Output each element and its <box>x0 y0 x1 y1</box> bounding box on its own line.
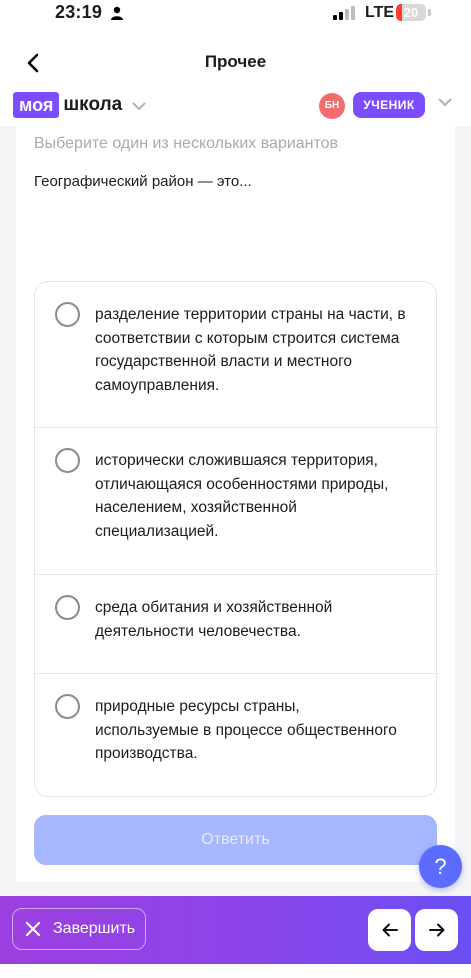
signal-icon <box>333 6 357 25</box>
option-text: среда обитания и хозяйственной деятельно… <box>95 596 425 643</box>
battery-icon: 20 <box>396 4 426 21</box>
status-time: 23:19 <box>55 2 103 22</box>
arrow-right-icon <box>428 923 444 937</box>
arrow-left-icon <box>382 923 398 937</box>
option-line: разделение территории страны на части, в <box>95 306 406 323</box>
option-line: среда обитания и хозяйственной <box>95 599 333 616</box>
bottom-bar: Завершить <box>0 896 471 964</box>
option-line: деятельности человечества. <box>95 622 301 640</box>
page-title: Прочее <box>204 52 267 71</box>
logo-part-1: моя <box>13 92 60 118</box>
chevron-down-icon[interactable] <box>438 98 452 107</box>
app-bar: моя школа БН УЧЕНИК <box>0 86 471 126</box>
option-line: специализацией. <box>95 522 219 540</box>
option-line: используемые в процессе общественного <box>95 721 397 739</box>
chevron-down-icon <box>132 102 146 110</box>
logo-part-2: школа <box>63 94 123 115</box>
answer-option[interactable]: среда обитания и хозяйственной деятельно… <box>35 575 436 674</box>
close-icon <box>25 921 41 937</box>
option-text: природные ресурсы страны, используемые в… <box>95 695 425 766</box>
role-badge[interactable]: УЧЕНИК <box>353 92 425 118</box>
option-line: государственной власти и местного <box>95 353 352 370</box>
finish-label: Завершить <box>53 920 136 937</box>
option-line: соответствии с которым строится система <box>95 329 400 347</box>
avatar[interactable]: БН <box>319 93 345 119</box>
status-bar: 23:19 LTE 20 <box>0 0 471 30</box>
help-button[interactable]: ? <box>419 845 462 888</box>
finish-button[interactable]: Завершить <box>12 908 146 950</box>
option-line: исторически сложившаяся территория, <box>95 452 378 469</box>
option-text: исторически сложившаяся территория, отли… <box>95 449 425 543</box>
next-question-button[interactable] <box>415 909 458 951</box>
option-text: разделение территории страны на части, в… <box>95 303 425 397</box>
answer-option[interactable]: природные ресурсы страны, используемые в… <box>35 674 436 796</box>
radio-button[interactable] <box>55 694 80 719</box>
person-icon <box>110 6 124 25</box>
radio-button[interactable] <box>55 302 80 327</box>
battery-level: 20 <box>403 5 419 20</box>
nav-header: Прочее <box>0 40 471 84</box>
home-indicator-area <box>0 964 471 978</box>
option-line: природные ресурсы страны, <box>95 698 300 715</box>
option-line: производства. <box>95 745 198 762</box>
radio-button[interactable] <box>55 595 80 620</box>
option-line: отличающаяся особенностями природы, <box>95 475 389 493</box>
network-label: LTE <box>365 4 395 21</box>
option-line: самоуправления. <box>95 376 220 394</box>
answer-option[interactable]: исторически сложившаяся территория, отли… <box>35 428 436 575</box>
radio-button[interactable] <box>55 448 80 473</box>
battery-cap <box>428 9 431 16</box>
option-line: населением, хозяйственной <box>95 499 297 516</box>
question-instruction: Выберите один из нескольких вариантов <box>34 135 339 152</box>
answer-option[interactable]: разделение территории страны на части, в… <box>35 282 436 428</box>
question-text: Географический район — это... <box>34 173 252 190</box>
previous-question-button[interactable] <box>368 909 411 951</box>
school-logo-switcher[interactable]: моя школа <box>13 92 146 118</box>
answer-options: разделение территории страны на части, в… <box>34 281 437 797</box>
submit-answer-button[interactable]: Ответить <box>34 815 437 865</box>
